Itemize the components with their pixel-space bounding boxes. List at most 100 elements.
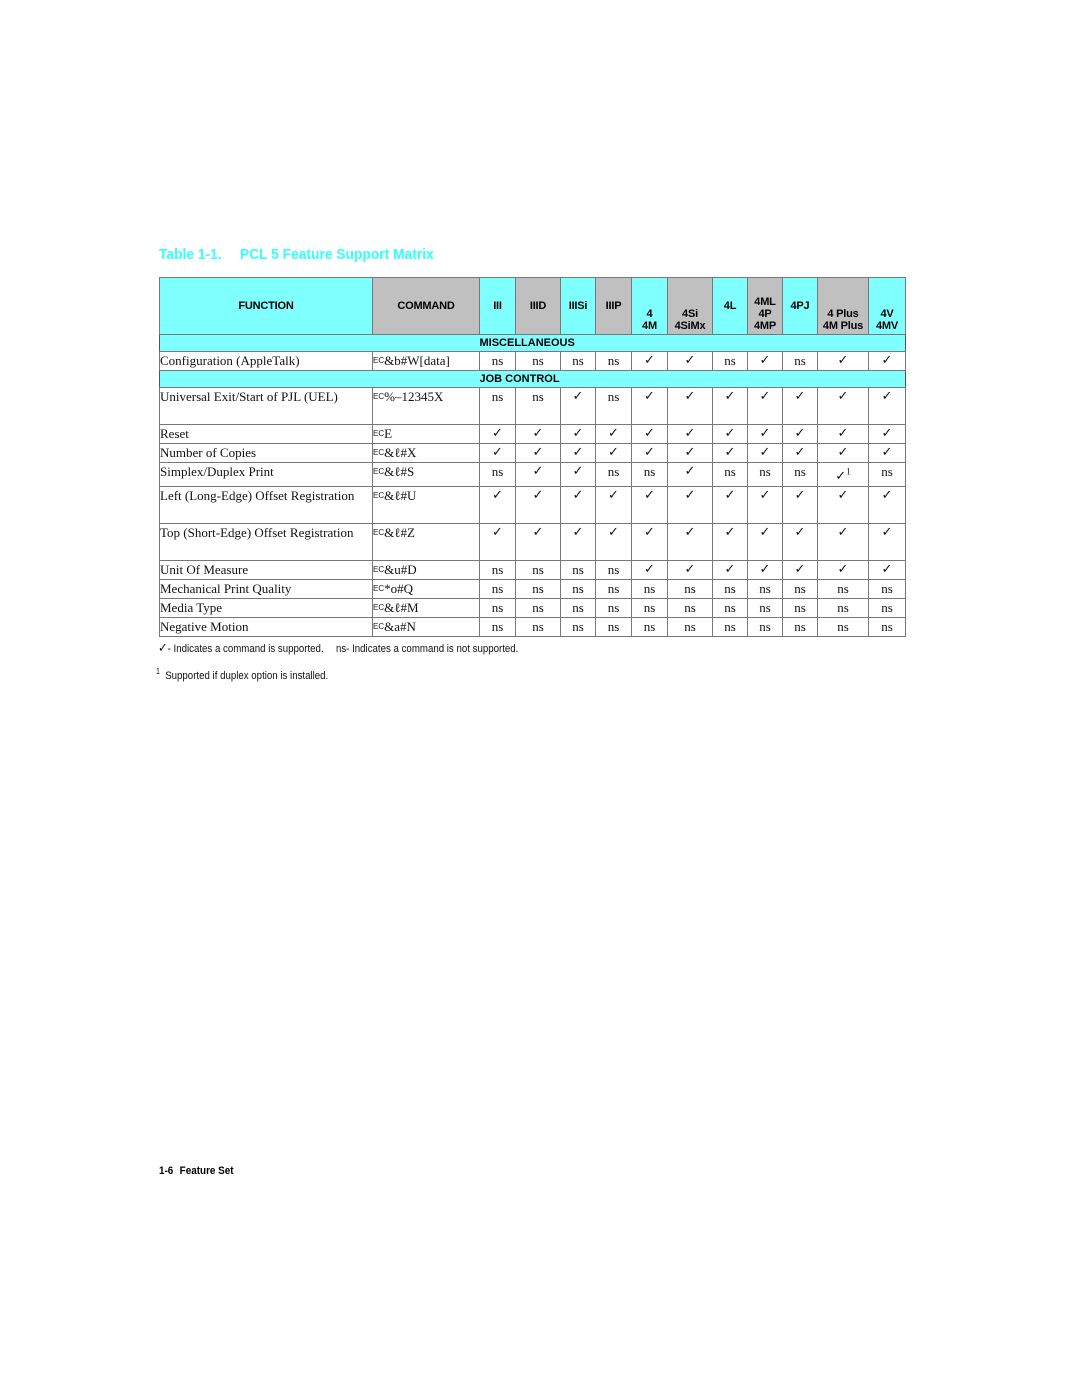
function-cell: Configuration (AppleTalk) [159,351,373,371]
not-supported-cell: ns [747,617,783,638]
checkmark-icon: ✓ [881,562,893,578]
column-header-line: IIISi [568,300,588,312]
checkmark-icon: ✓ [532,488,544,504]
supported-cell: ✓ [595,443,632,463]
ns-label: ns [607,600,620,616]
checkmark-icon: ✓ [572,488,584,504]
not-supported-cell: ns [667,598,713,619]
column-header-4pj: 4PJ [782,277,818,335]
not-supported-cell: ns [515,351,561,371]
ns-label: ns [759,464,771,479]
column-header-line: 4MV [875,320,899,332]
footnote: 1 Supported if duplex option is installed… [156,667,328,682]
column-header-line: 4P [758,308,772,320]
supported-cell: ✓ [868,560,906,581]
checkmark-icon: ✓ [794,488,806,504]
command-cell: EC&ℓ#M [372,598,480,619]
ns-label: ns [607,619,620,635]
not-supported-cell: ns [595,598,632,619]
checkmark-icon: ✓ [837,488,849,504]
not-supported-cell: ns [479,579,516,600]
legend-unsupported: ns- Indicates a command is not supported… [335,643,519,655]
checkmark-icon: ✓ [837,426,849,441]
not-supported-cell: ns [560,579,596,600]
column-header-line: FUNCTION [238,300,294,312]
column-header-line: 4V [880,308,894,320]
supported-cell: ✓ [782,523,818,562]
function-cell: Number of Copies [159,443,373,463]
checkmark-icon: ✓ [572,445,584,460]
checkmark-icon: ✓ [759,525,771,541]
command-text: *o#Q [384,581,414,597]
checkmark-icon: ✓ [684,426,696,441]
supported-cell: ✓ [560,461,596,488]
checkmark-icon: ✓ [492,426,503,441]
ns-label: ns [491,353,504,368]
not-supported-cell: ns [595,387,632,425]
command-text: &ℓ#S [384,464,415,479]
column-header-4plus: 4 Plus 4M Plus [817,277,869,335]
checkmark-icon: ✓ [572,464,584,479]
supported-cell: ✓ [747,424,783,444]
not-supported-cell: ns [712,617,748,638]
checkmark-icon: ✓ [837,353,849,368]
table-row: Mechanical Print Quality EC*o#Q ns ns ns ns ns… [159,579,906,600]
escape-char-glyph: EC [373,392,385,401]
feature-support-matrix: FUNCTION COMMAND III IIID IIISi IIIP 4 4M 4Si 4Si… [159,277,906,638]
supported-cell: ✓ [712,424,748,444]
ns-label: ns [794,600,806,616]
ns-label: ns [759,581,771,597]
command-cell: EC&ℓ#S [372,461,480,488]
ns-label: ns [491,600,504,616]
checkmark-icon: ✓ [724,445,736,460]
table-row: Unit Of Measure EC&u#D ns ns ns ns ✓ ✓ ✓ ✓ ✓ ✓ ✓ [159,560,906,581]
not-supported-cell: ns [479,598,516,619]
not-supported-cell: ns [515,579,561,600]
ns-label: ns [607,353,620,368]
checkmark-icon: ✓ [724,562,736,578]
checkmark-icon: ✓ [724,426,736,441]
checkmark-icon: ✓ [608,525,619,541]
column-header-4ml: 4ML 4P 4MP [747,277,783,335]
not-supported-cell: ns [782,351,818,371]
checkmark-icon: ✓ [881,525,893,541]
checkmark-icon: ✓ [794,426,806,441]
section-band-spacer [159,334,480,352]
ns-label: ns [724,464,736,479]
column-header-line: 4PJ [790,300,810,312]
function-cell: Universal Exit/Start of PJL (UEL) [159,387,373,425]
supported-cell: ✓ [479,486,516,525]
checkmark-icon: ✓ [794,525,806,541]
checkmark-icon: ✓ [532,426,544,441]
not-supported-cell: ns [515,617,561,638]
checkmark-icon: ✓ [684,488,696,504]
supported-cell: ✓ [595,523,632,562]
checkmark-icon: ✓ [837,562,849,578]
supported-cell: ✓ [595,486,632,525]
not-supported-cell: ns [479,351,516,371]
ns-label: ns [724,619,736,635]
command-text: %–12345X [384,389,444,404]
column-header-iiid: IIID [515,277,561,335]
escape-char-glyph: EC [373,448,385,457]
ns-label: ns [572,600,584,616]
ns-label: ns [532,600,544,616]
ns-label: ns [724,600,736,616]
supported-cell: ✓ [747,560,783,581]
escape-char-glyph: EC [373,622,385,632]
not-supported-cell: ns [712,579,748,600]
not-supported-cell: ns [479,560,516,581]
not-supported-cell: ns [868,579,906,600]
supported-cell: ✓ [747,486,783,525]
checkmark-icon: ✓ [759,353,771,368]
column-header-line: 4SiMx [674,320,706,332]
supported-cell: ✓ [667,351,713,371]
table-title-text: PCL 5 Feature Support Matrix [239,246,434,263]
checkmark-icon: ✓ [532,445,544,460]
not-supported-cell: ns [868,617,906,638]
ns-label: ns [491,581,504,597]
not-supported-cell: ns [667,617,713,638]
function-cell: Simplex/Duplex Print [159,461,373,488]
table-row: Configuration (AppleTalk) EC&b#W[data] ns n… [159,351,906,371]
ns-label: ns [684,581,696,597]
